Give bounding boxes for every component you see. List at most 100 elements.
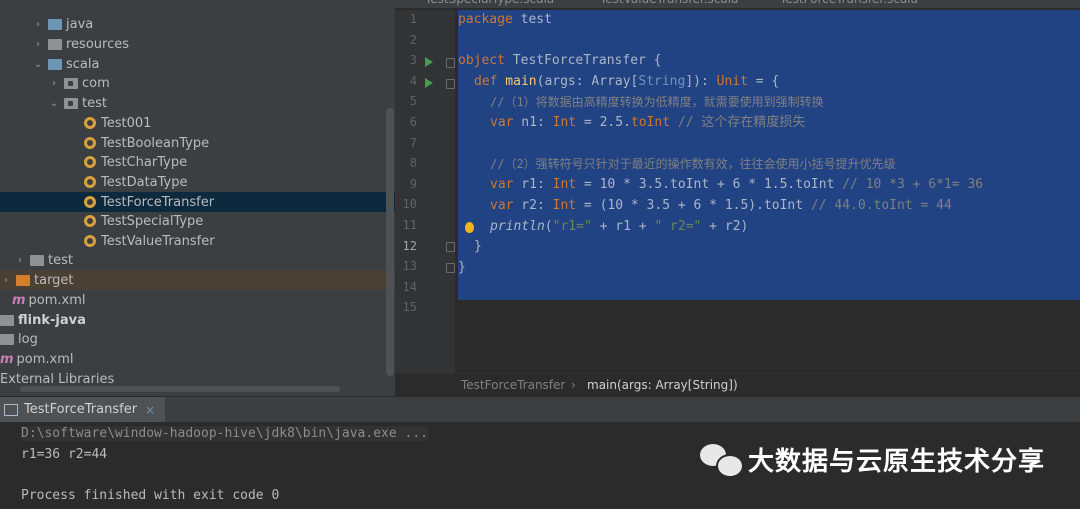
package-icon (64, 77, 78, 89)
code-token: test (512, 12, 552, 27)
tree-item[interactable]: TestSpecialType (0, 211, 395, 231)
line-number: 1 (409, 12, 417, 26)
code-line-8: //（2）强转符号只针对于最近的操作数有效，往往会使用小括号提升优先级 (490, 157, 896, 171)
code-token: toInt (630, 115, 671, 130)
breadcrumb-method[interactable]: main(args: Array[String]) (587, 378, 738, 392)
maven-icon: m (0, 351, 14, 367)
code-token: ( (544, 219, 553, 234)
tree-item-label: TestValueTransfer (101, 233, 215, 249)
run-main-icon[interactable] (425, 78, 433, 88)
tree-item[interactable]: ⌄ scala (0, 54, 395, 74)
tree-item[interactable]: › target (0, 270, 395, 290)
code-token: Int (552, 177, 577, 192)
editor-tab[interactable]: TestSpecialType.scala (425, 0, 554, 8)
project-horizontal-scrollbar[interactable] (20, 386, 340, 392)
tree-item[interactable]: flink-java (0, 310, 395, 330)
code-token: (args: Array[ (536, 74, 639, 89)
line-number: 15 (402, 300, 417, 315)
close-icon[interactable]: × (145, 403, 155, 417)
fold-marker-icon[interactable] (446, 79, 455, 89)
code-token: = 10 * 3.5.toInt + 6 * 1.5.toInt (576, 177, 835, 192)
line-number: 3 (409, 53, 417, 68)
code-token: " r2=" (654, 219, 702, 234)
tree-item-label: Test001 (101, 115, 152, 131)
code-line-11: println("r1=" + r1 + " r2=" + r2) (490, 217, 748, 237)
tree-item[interactable]: log (0, 329, 395, 349)
code-editor[interactable]: TestSpecialType.scala TestValueTransfer.… (395, 0, 1080, 373)
tree-item[interactable]: › com (0, 73, 395, 93)
line-number: 4 (409, 73, 417, 88)
code-token: // 这个存在精度损失 (670, 115, 806, 130)
chevron-down-icon[interactable]: ⌄ (48, 98, 60, 109)
run-object-icon[interactable] (425, 57, 433, 67)
code-token: var (490, 198, 514, 213)
chevron-right-icon[interactable]: › (14, 255, 26, 266)
folder-icon (16, 274, 30, 286)
project-vertical-scrollbar[interactable] (386, 108, 394, 376)
editor-tab-bar: TestSpecialType.scala TestValueTransfer.… (395, 0, 1080, 8)
code-token: + r1 + (591, 219, 655, 234)
code-line-5: //（1）将数据由高精度转换为低精度，就需要使用到强制转换 (490, 95, 824, 109)
code-token: // 10 *3 + 6*1= 36 (834, 177, 984, 192)
chevron-right-icon[interactable]: › (32, 19, 44, 30)
lightbulb-icon[interactable] (465, 222, 474, 233)
run-tab[interactable]: TestForceTransfer × (0, 397, 166, 424)
folder-icon (48, 58, 62, 70)
tree-item[interactable]: TestCharType (0, 152, 395, 172)
fold-marker-icon[interactable] (446, 242, 455, 252)
tree-item-label: log (18, 331, 38, 347)
project-tree-panel: › java › resources ⌄ scala › com ⌄ test Test001 Tes… (0, 0, 395, 396)
scala-object-icon (84, 176, 96, 188)
scala-object-icon (84, 196, 96, 208)
tree-item[interactable]: m pom.xml (0, 349, 395, 369)
tree-item-label: test (48, 252, 73, 268)
fold-marker-icon[interactable] (446, 58, 455, 68)
folder-icon (48, 18, 62, 30)
code-token: r2: (513, 198, 553, 213)
package-icon (64, 97, 78, 109)
code-line-10: var r2: Int = (10 * 3.5 + 6 * 1.5).toInt… (490, 196, 952, 216)
code-token: ]): (685, 74, 717, 89)
tree-item[interactable]: TestDataType (0, 172, 395, 192)
tree-item[interactable]: › java (0, 14, 395, 34)
tree-item[interactable]: TestValueTransfer (0, 231, 395, 251)
code-token: Int (552, 198, 577, 213)
watermark: 大数据与云原生技术分享 (700, 440, 1045, 478)
tree-item-label: scala (66, 56, 100, 72)
chevron-right-icon[interactable]: › (32, 39, 44, 50)
code-token: object (458, 53, 505, 68)
code-token: def (474, 74, 498, 89)
code-line-3: object TestForceTransfer { (458, 51, 662, 71)
tree-item[interactable]: ⌄ test (0, 93, 395, 113)
tree-item-label: com (82, 75, 110, 91)
maven-icon: m (12, 292, 26, 308)
editor-tab[interactable]: TestValueTransfer.scala (600, 0, 738, 8)
fold-marker-icon[interactable] (446, 263, 455, 273)
folder-icon (30, 254, 44, 266)
code-token: var (490, 177, 514, 192)
console-exit-line: Process finished with exit code 0 (21, 488, 280, 503)
console-command-line[interactable]: D:\software\window-hadoop-hive\jdk8\bin\… (21, 426, 428, 441)
tree-item[interactable]: TestBooleanType (0, 133, 395, 153)
line-number: 6 (409, 115, 417, 129)
tree-item[interactable]: TestForceTransfer (0, 192, 395, 212)
tree-item[interactable]: › test (0, 250, 395, 270)
tree-item[interactable]: › resources (0, 34, 395, 54)
run-tab-label: TestForceTransfer (24, 402, 138, 417)
chevron-right-icon[interactable]: › (0, 275, 12, 286)
line-number: 10 (402, 197, 417, 212)
scala-object-icon (84, 235, 96, 247)
line-number: 5 (409, 94, 417, 109)
tree-item-label: java (66, 16, 94, 32)
code-token: n1: (513, 115, 553, 130)
tree-item[interactable]: m pom.xml (0, 290, 395, 310)
tree-item[interactable]: Test001 (0, 113, 395, 133)
chevron-down-icon[interactable]: ⌄ (32, 59, 44, 70)
scala-object-icon (84, 137, 96, 149)
editor-tab-active[interactable]: TestForceTransfer.scala (780, 0, 918, 8)
breadcrumb-object[interactable]: TestForceTransfer (461, 378, 565, 392)
code-token: = { (747, 74, 780, 89)
code-token: String (638, 74, 686, 89)
scala-object-icon (84, 156, 96, 168)
chevron-right-icon[interactable]: › (48, 78, 60, 89)
